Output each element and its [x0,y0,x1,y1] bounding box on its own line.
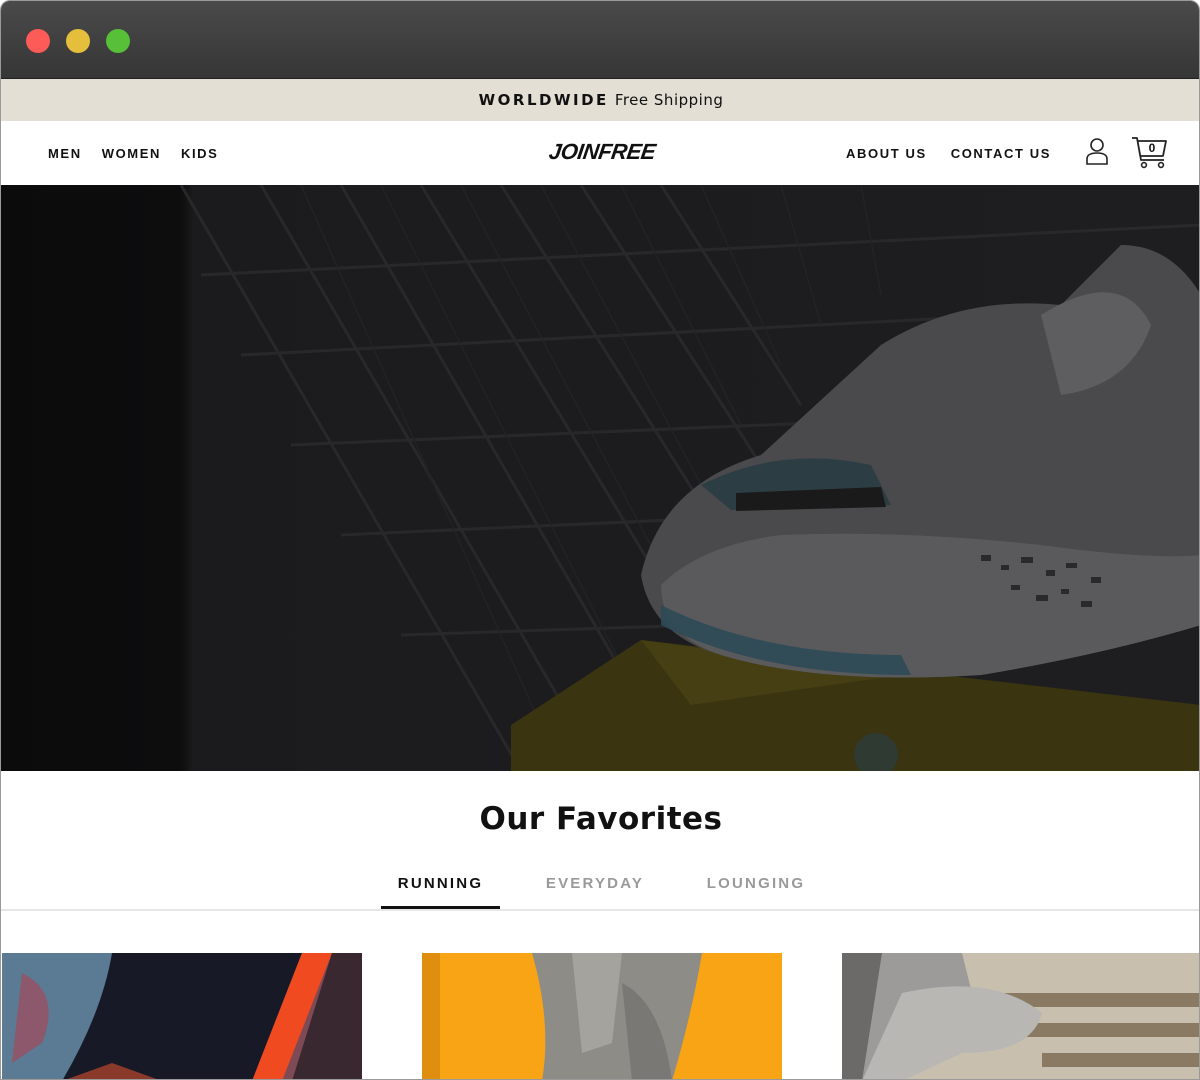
product-card[interactable] [422,953,782,1079]
nav-categories: MEN WOMEN KIDS [48,121,218,185]
tab-running[interactable]: RUNNING [381,863,500,909]
nav-link-contact-us[interactable]: CONTACT US [951,146,1051,161]
tab-everyday[interactable]: EVERYDAY [531,863,659,909]
nav-link-about-us[interactable]: ABOUT US [846,146,927,161]
hero-banner [1,185,1199,771]
hero-image [1,185,1199,771]
main-nav: MEN WOMEN KIDS JOINFREE ABOUT US CONTACT… [1,121,1199,185]
minimize-window-button[interactable] [66,29,90,53]
product-image [2,953,362,1079]
browser-window: WORLDWIDE Free Shipping MEN WOMEN KIDS J… [0,0,1200,1080]
tab-lounging[interactable]: LOUNGING [691,863,821,909]
maximize-window-button[interactable] [106,29,130,53]
product-image [422,953,782,1079]
nav-link-women[interactable]: WOMEN [102,146,161,161]
announcement-bar: WORLDWIDE Free Shipping [1,79,1199,121]
nav-info-links: ABOUT US CONTACT US [846,121,1051,185]
category-tabs: RUNNING EVERYDAY LOUNGING [1,863,1199,911]
announcement-text: Free Shipping [614,91,724,109]
close-window-button[interactable] [26,29,50,53]
cart-count-badge: 0 [1148,141,1156,155]
announcement-highlight: WORLDWIDE [478,91,609,109]
product-image [842,953,1199,1079]
nav-link-men[interactable]: MEN [48,146,82,161]
user-icon[interactable] [1085,137,1109,165]
window-titlebar [1,1,1199,79]
nav-link-kids[interactable]: KIDS [181,146,218,161]
site-logo[interactable]: JOINFREE [541,139,663,167]
product-grid [1,953,1199,1079]
product-card[interactable] [842,953,1199,1079]
product-card[interactable] [2,953,362,1079]
section-title: Our Favorites [479,801,723,837]
